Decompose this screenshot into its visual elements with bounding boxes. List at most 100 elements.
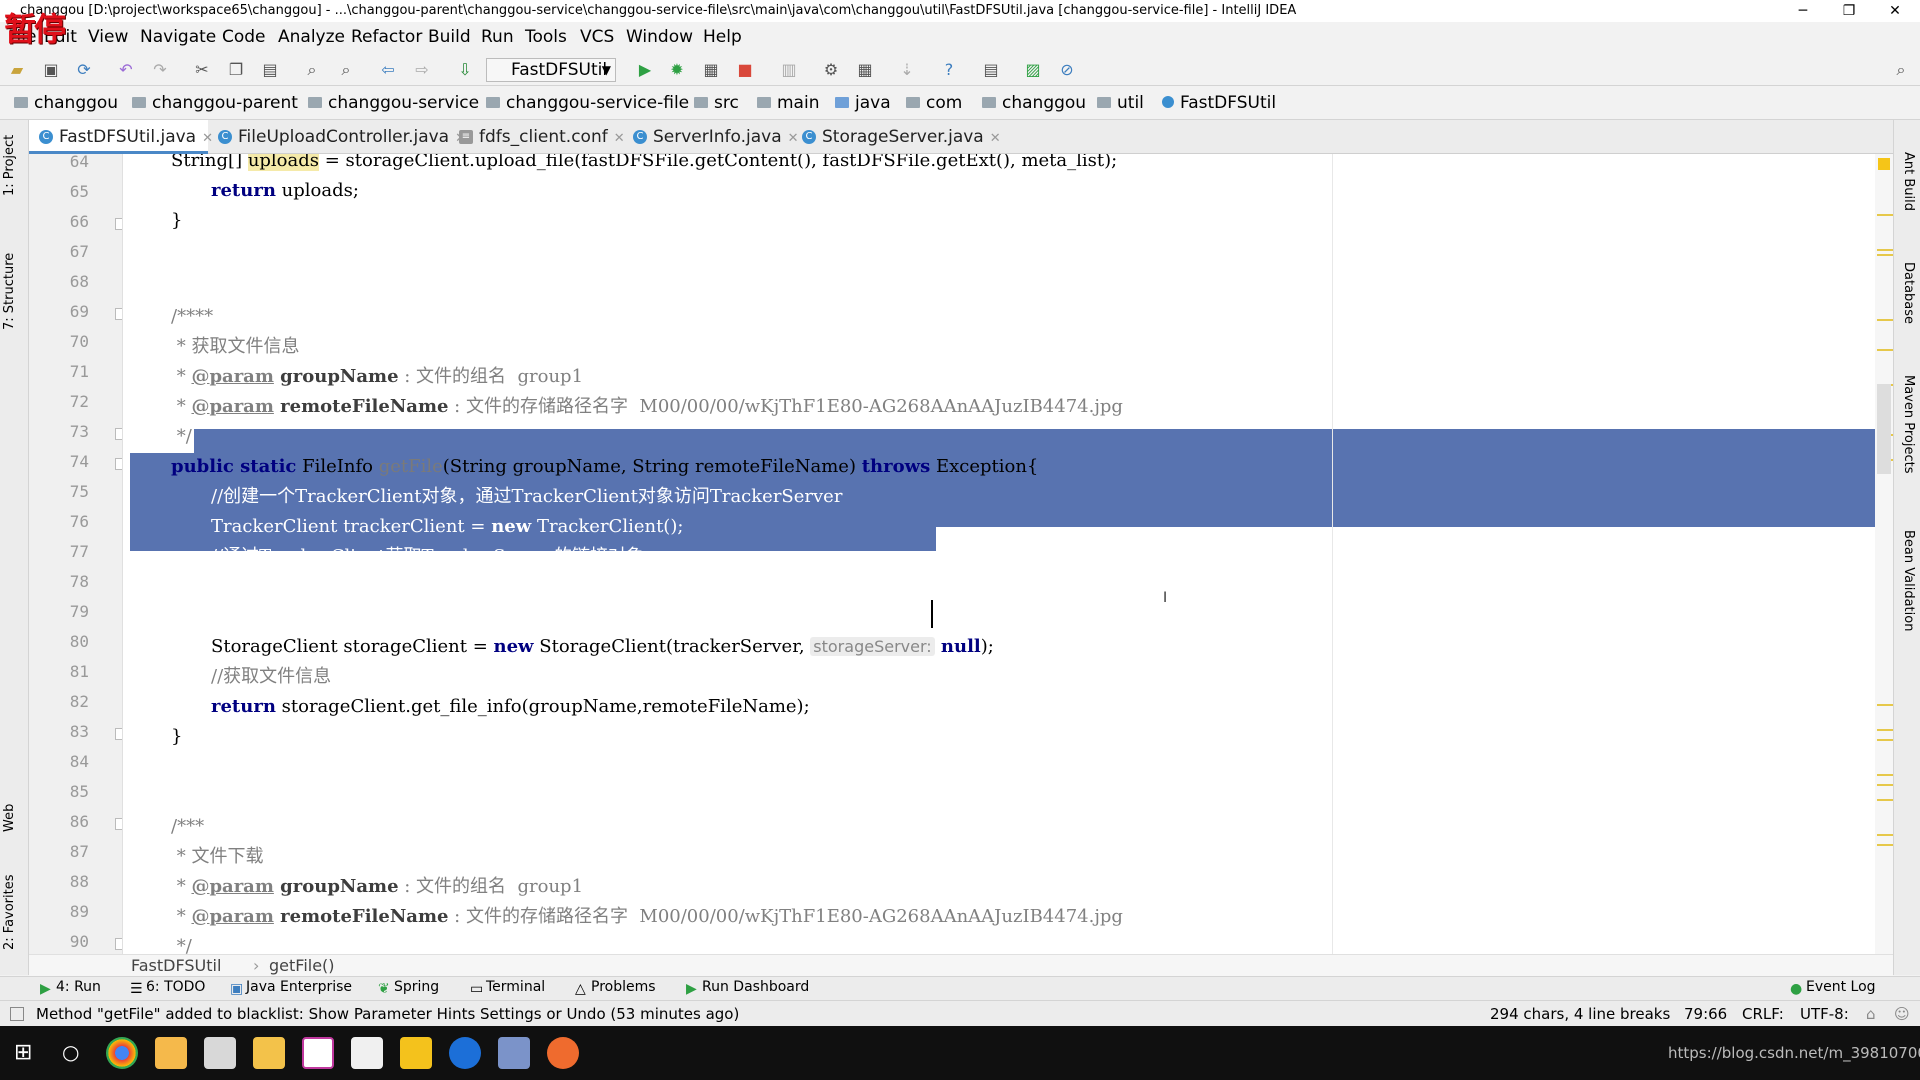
file-explorer-icon[interactable] bbox=[253, 1037, 285, 1069]
inspector-icon[interactable]: ☺ bbox=[1894, 1001, 1910, 1027]
breadcrumb-method[interactable]: getFile() bbox=[269, 955, 335, 977]
crumb-changgou-service[interactable]: changgou-service bbox=[308, 93, 479, 113]
tool-run[interactable]: ▶ 4: Run bbox=[40, 979, 101, 997]
line-separator[interactable]: CRLF: bbox=[1742, 1001, 1784, 1027]
status-message[interactable]: Method "getFile" added to blacklist: Sho… bbox=[36, 1001, 739, 1027]
fold-marker[interactable] bbox=[115, 728, 122, 740]
windows-start-icon[interactable]: ⊞ bbox=[14, 1040, 32, 1065]
find-icon[interactable]: ⌕ bbox=[303, 61, 321, 79]
fold-marker[interactable] bbox=[115, 428, 122, 440]
tool-maven-projects[interactable]: Maven Projects bbox=[1901, 375, 1916, 474]
redo-icon[interactable]: ↷ bbox=[151, 61, 169, 79]
tool-terminal[interactable]: ▭ Terminal bbox=[470, 979, 545, 997]
tool-todo[interactable]: ☰ 6: TODO bbox=[130, 979, 205, 997]
tool-run-dashboard[interactable]: ▶ Run Dashboard bbox=[686, 979, 809, 997]
stripe-thumb[interactable] bbox=[1877, 384, 1891, 474]
crumb-changgou-parent[interactable]: changgou-parent bbox=[132, 93, 298, 113]
crumb-changgou[interactable]: changgou bbox=[14, 93, 118, 113]
stripe-marker[interactable] bbox=[1877, 799, 1893, 801]
tool-event-log[interactable]: ● Event Log bbox=[1790, 979, 1876, 997]
paste-icon[interactable]: ▤ bbox=[261, 61, 279, 79]
database-icon[interactable]: ▤ bbox=[982, 61, 1000, 79]
tab-fdfs-client-conf[interactable]: ≡ fdfs_client.conf ✕ bbox=[449, 120, 625, 154]
app-icon[interactable] bbox=[400, 1037, 432, 1069]
menu-refactor[interactable]: Refactor bbox=[351, 27, 422, 47]
tool-structure[interactable]: 7: Structure bbox=[2, 253, 17, 330]
search-everywhere-icon[interactable]: ⌕ bbox=[1892, 61, 1910, 79]
search-circle-icon[interactable]: ○ bbox=[62, 1040, 79, 1064]
stripe-marker[interactable] bbox=[1877, 834, 1893, 836]
chrome-icon[interactable] bbox=[106, 1037, 138, 1069]
tab-fileuploadcontroller[interactable]: CFileUploadController.java✕ bbox=[208, 120, 466, 154]
menu-run[interactable]: Run bbox=[481, 27, 514, 47]
cut-icon[interactable]: ✂ bbox=[193, 61, 211, 79]
menu-view[interactable]: View bbox=[88, 27, 128, 47]
sync-icon[interactable]: ⟳ bbox=[75, 61, 93, 79]
stripe-marker[interactable] bbox=[1877, 784, 1893, 786]
open-folder-icon[interactable]: ▰ bbox=[8, 61, 26, 79]
copy-icon[interactable]: ❐ bbox=[227, 61, 245, 79]
download-icon[interactable]: ⇣ bbox=[898, 61, 916, 79]
tab-serverinfo[interactable]: C ServerInfo.java ✕ bbox=[623, 120, 799, 154]
stripe-marker[interactable] bbox=[1877, 844, 1893, 846]
stripe-marker[interactable] bbox=[1877, 774, 1893, 776]
menu-vcs[interactable]: VCS bbox=[580, 27, 614, 47]
menu-build[interactable]: Build bbox=[428, 27, 471, 47]
stripe-marker[interactable] bbox=[1877, 349, 1893, 351]
stripe-marker[interactable] bbox=[1877, 249, 1893, 251]
menu-window[interactable]: Window bbox=[626, 27, 693, 47]
replace-icon[interactable]: ⌕ bbox=[337, 61, 355, 79]
text-editor-icon[interactable] bbox=[351, 1037, 383, 1069]
fold-marker[interactable] bbox=[115, 218, 122, 230]
tool-project[interactable]: 1: Project bbox=[2, 135, 17, 196]
build-icon[interactable]: ⇩ bbox=[456, 61, 474, 79]
tab-fastdfsutil[interactable]: C FastDFSUtil.java ✕ bbox=[29, 120, 213, 154]
app-icon[interactable] bbox=[449, 1037, 481, 1069]
crumb-main[interactable]: main bbox=[757, 93, 819, 113]
crumb-changgou-service-file[interactable]: changgou-service-file bbox=[486, 93, 689, 113]
crumb-com[interactable]: com bbox=[906, 93, 962, 113]
settings-icon[interactable]: ⚙ bbox=[822, 61, 840, 79]
file-encoding[interactable]: UTF-8: bbox=[1800, 1001, 1849, 1027]
undo-icon[interactable]: ↶ bbox=[117, 61, 135, 79]
forward-icon[interactable]: ⇨ bbox=[413, 61, 431, 79]
lock-icon[interactable]: ⌂ bbox=[1866, 1001, 1876, 1027]
monitor-icon[interactable]: ▨ bbox=[1024, 61, 1042, 79]
app-icon[interactable] bbox=[155, 1037, 187, 1069]
save-icon[interactable]: ▣ bbox=[42, 61, 60, 79]
project-structure-icon[interactable]: ▦ bbox=[856, 61, 874, 79]
app-icon[interactable] bbox=[547, 1037, 579, 1069]
breadcrumb-class[interactable]: FastDFSUtil bbox=[131, 955, 221, 977]
caret-position[interactable]: 79:66 bbox=[1684, 1001, 1727, 1027]
crumb-src[interactable]: src bbox=[694, 93, 739, 113]
stripe-marker[interactable] bbox=[1877, 214, 1893, 216]
app-icon[interactable] bbox=[204, 1037, 236, 1069]
menu-analyze[interactable]: Analyze bbox=[278, 27, 345, 47]
menu-help[interactable]: Help bbox=[703, 27, 742, 47]
coverage-icon[interactable]: ▦ bbox=[702, 61, 720, 79]
menu-code[interactable]: Code bbox=[222, 27, 266, 47]
fold-marker[interactable] bbox=[115, 308, 122, 320]
close-window-button[interactable]: ✕ bbox=[1872, 0, 1918, 22]
fold-marker[interactable] bbox=[115, 938, 122, 950]
stop-icon[interactable]: ■ bbox=[736, 61, 754, 79]
error-stripe[interactable] bbox=[1875, 154, 1893, 954]
app-icon[interactable] bbox=[498, 1037, 530, 1069]
crumb-java[interactable]: java bbox=[835, 93, 891, 113]
tool-java-enterprise[interactable]: ▣ Java Enterprise bbox=[230, 979, 352, 997]
crumb-changgou-pkg[interactable]: changgou bbox=[982, 93, 1086, 113]
maximize-button[interactable]: ❐ bbox=[1826, 0, 1872, 22]
stripe-marker[interactable] bbox=[1877, 729, 1893, 731]
menu-tools[interactable]: Tools bbox=[525, 27, 567, 47]
tool-database[interactable]: Database bbox=[1901, 262, 1916, 324]
tool-favorites[interactable]: 2: Favorites bbox=[2, 874, 17, 950]
tool-windows-toggle-icon[interactable] bbox=[10, 1007, 24, 1021]
fold-marker[interactable] bbox=[115, 818, 122, 830]
stripe-marker[interactable] bbox=[1877, 319, 1893, 321]
debug-icon[interactable]: ✹ bbox=[668, 61, 686, 79]
stripe-marker[interactable] bbox=[1877, 254, 1893, 256]
tool-web[interactable]: Web bbox=[2, 804, 17, 832]
back-icon[interactable]: ⇦ bbox=[379, 61, 397, 79]
menu-navigate[interactable]: Navigate bbox=[140, 27, 216, 47]
intellij-icon[interactable] bbox=[302, 1037, 334, 1069]
